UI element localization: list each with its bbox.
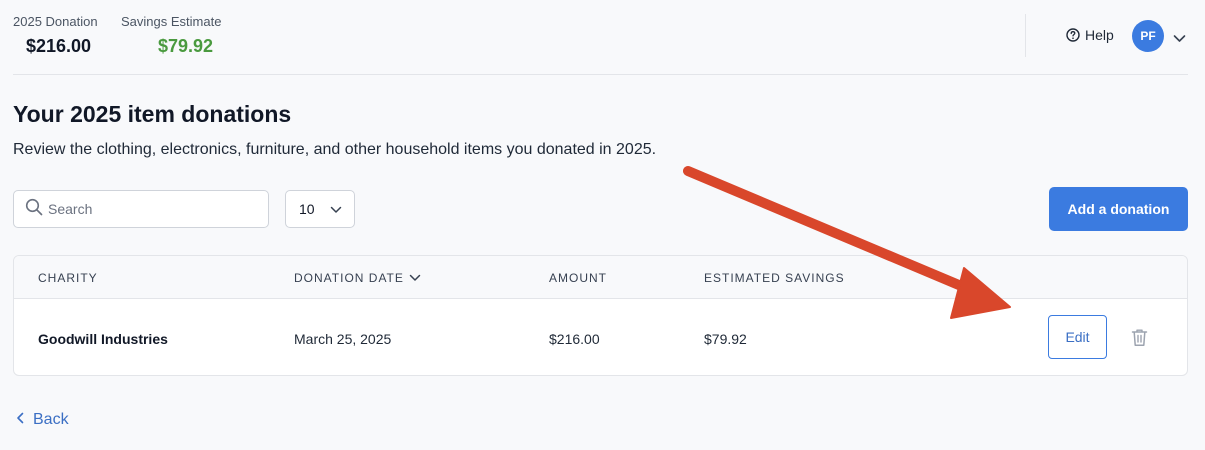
- search-icon: [14, 198, 43, 221]
- stat-value: $79.92: [158, 36, 214, 56]
- column-label: CHARITY: [38, 271, 98, 285]
- column-label: AMOUNT: [549, 271, 607, 285]
- cell-estimated-savings: $79.92: [704, 331, 747, 347]
- header-divider: [1025, 14, 1026, 57]
- column-header-charity: CHARITY: [38, 271, 98, 285]
- help-circle-icon: [1066, 28, 1080, 42]
- page-subtitle: Review the clothing, electronics, furnit…: [13, 141, 657, 158]
- chevron-down-icon[interactable]: [1173, 30, 1186, 48]
- cell-amount: $216.00: [549, 331, 600, 347]
- column-header-estimated-savings: ESTIMATED SAVINGS: [704, 271, 845, 285]
- back-label: Back: [33, 411, 69, 428]
- top-bar: 2025 Donation $216.00 Savings Estimate $…: [13, 0, 1188, 75]
- stat-label: Savings Estimate: [121, 14, 222, 29]
- trash-icon[interactable]: [1131, 328, 1148, 352]
- page-title: Your 2025 item donations: [13, 101, 292, 127]
- donations-table: CHARITY DONATION DATE AMOUNT ESTIMATED S…: [13, 255, 1188, 376]
- table-row: Goodwill Industries March 25, 2025 $216.…: [14, 299, 1187, 375]
- column-header-donation-date[interactable]: DONATION DATE: [294, 271, 421, 285]
- chevron-left-icon: [16, 411, 24, 429]
- stat-label: 2025 Donation: [13, 14, 98, 29]
- column-header-amount: AMOUNT: [549, 271, 607, 285]
- sort-chevron-down-icon: [409, 271, 421, 285]
- chevron-down-icon: [330, 201, 342, 217]
- search-input[interactable]: [48, 201, 248, 217]
- column-label: DONATION DATE: [294, 271, 404, 285]
- per-page-value: 10: [299, 201, 315, 217]
- help-link[interactable]: Help: [1066, 27, 1114, 43]
- donation-total-stat: 2025 Donation $216.00: [13, 14, 98, 57]
- cell-charity: Goodwill Industries: [38, 331, 168, 347]
- per-page-select[interactable]: 10: [285, 190, 355, 228]
- edit-button[interactable]: Edit: [1048, 315, 1107, 359]
- add-donation-button[interactable]: Add a donation: [1049, 187, 1188, 231]
- column-label: ESTIMATED SAVINGS: [704, 271, 845, 285]
- savings-estimate-stat: Savings Estimate $79.92: [121, 14, 221, 57]
- stat-value: $216.00: [26, 36, 92, 56]
- table-header: CHARITY DONATION DATE AMOUNT ESTIMATED S…: [14, 256, 1187, 299]
- help-label: Help: [1085, 27, 1114, 43]
- search-box[interactable]: [13, 190, 269, 228]
- cell-donation-date: March 25, 2025: [294, 331, 392, 347]
- user-avatar[interactable]: PF: [1132, 20, 1164, 52]
- back-link[interactable]: Back: [16, 411, 69, 429]
